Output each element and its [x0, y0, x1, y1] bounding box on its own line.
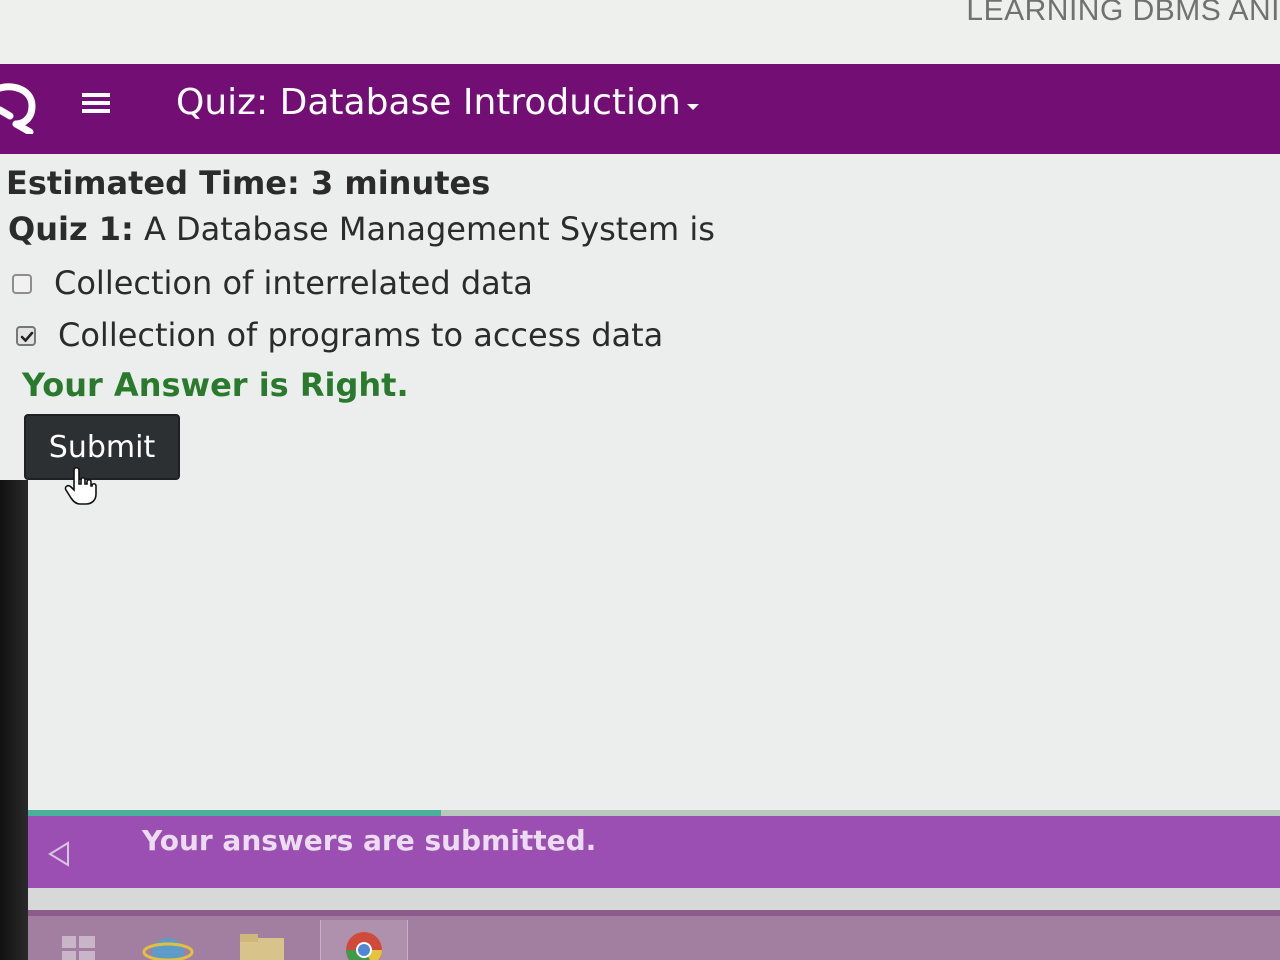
quiz-panel: Estimated Time: 3 minutes Quiz 1: A Data…	[0, 154, 1280, 810]
windows-start-icon[interactable]	[52, 924, 108, 960]
question: Quiz 1: A Database Management System is	[8, 210, 715, 248]
submission-notice: Your answers are submitted.	[28, 816, 1280, 888]
submission-notice-text: Your answers are submitted.	[142, 824, 597, 857]
app-logo-icon[interactable]	[0, 80, 40, 134]
page-footer-strip	[28, 888, 1280, 910]
app-header: Quiz: Database Introduction	[0, 64, 1280, 154]
question-number: Quiz 1:	[8, 210, 134, 248]
question-text: A Database Management System is	[143, 210, 715, 248]
quiz-title-dropdown[interactable]: Quiz: Database Introduction	[176, 82, 681, 123]
taskbar	[28, 910, 1280, 960]
option-2-checkbox[interactable]	[16, 326, 36, 346]
triangle-back-icon[interactable]	[46, 840, 72, 868]
internet-explorer-icon[interactable]	[140, 924, 196, 960]
submit-button[interactable]: Submit	[24, 414, 180, 480]
option-1-label[interactable]: Collection of interrelated data	[54, 264, 533, 302]
screen: LEARNING DBMS ANI Quiz: Database Introdu…	[0, 0, 1280, 960]
hand-pointer-icon	[64, 466, 97, 505]
window-title: LEARNING DBMS ANI	[966, 0, 1280, 27]
browser-title-bar: LEARNING DBMS ANI	[0, 0, 1280, 64]
monitor-bezel	[0, 480, 28, 960]
answer-feedback: Your Answer is Right.	[22, 366, 409, 404]
option-2-label[interactable]: Collection of programs to access data	[58, 316, 663, 354]
hamburger-menu-icon[interactable]	[80, 90, 112, 116]
chrome-icon[interactable]	[320, 920, 408, 960]
estimated-time: Estimated Time: 3 minutes	[6, 164, 491, 202]
checkmark-icon	[20, 331, 34, 343]
file-explorer-icon[interactable]	[234, 924, 290, 960]
caret-down-icon[interactable]	[686, 102, 700, 112]
option-1-checkbox[interactable]	[12, 274, 32, 294]
